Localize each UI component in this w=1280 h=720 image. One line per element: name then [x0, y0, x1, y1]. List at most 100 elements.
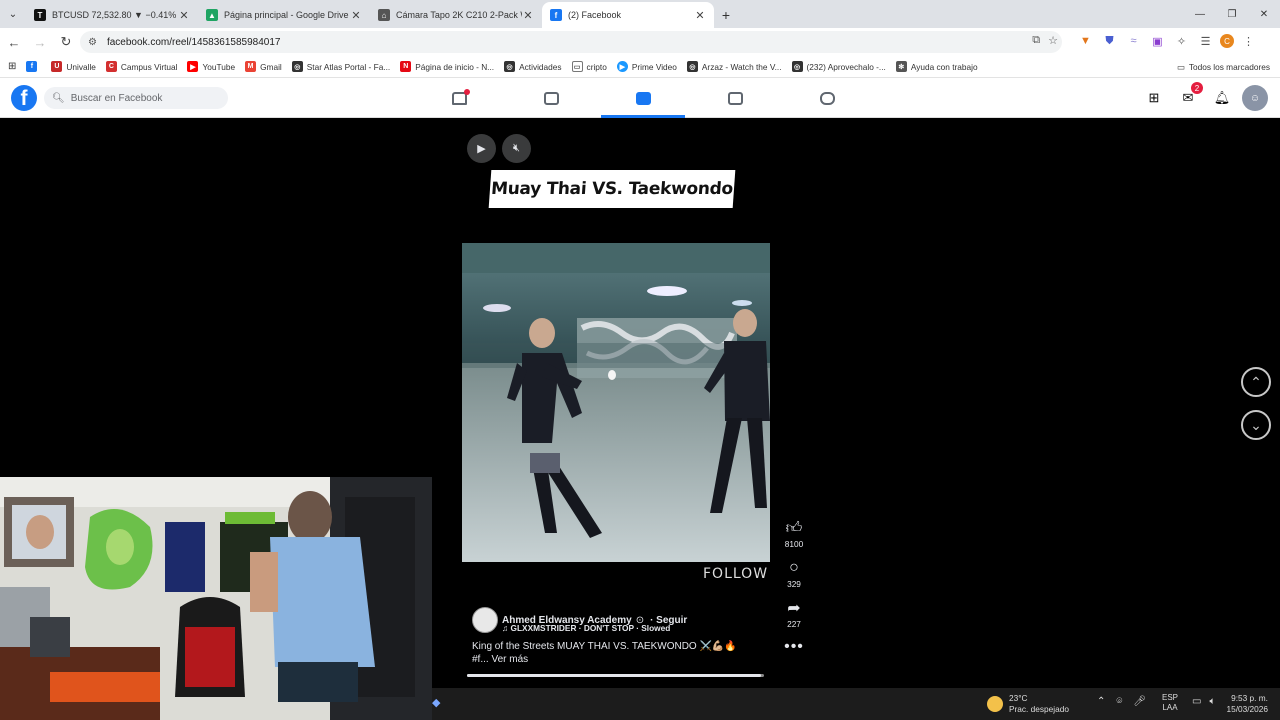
close-icon[interactable]: ✕ — [350, 9, 362, 22]
search-placeholder: Buscar en Facebook — [70, 92, 163, 104]
reload-icon[interactable]: ↻ — [54, 30, 78, 54]
more-options-icon[interactable]: ••• — [784, 638, 804, 656]
restore-icon[interactable]: ❐ — [1216, 0, 1248, 28]
bookmark-ayuda[interactable]: ✻ Ayuda con trabajo — [895, 61, 978, 72]
apps-grid-icon[interactable]: ⊞ — [8, 61, 16, 72]
cast-icon[interactable]: ⧉ — [1032, 34, 1040, 47]
globe-icon: ◎ — [504, 61, 516, 72]
caption-see-more[interactable]: #f... Ver más — [472, 653, 752, 666]
forward-icon[interactable]: → — [28, 30, 52, 54]
like-button[interactable]: 👍︎ 8100 — [785, 518, 803, 550]
lang-region: LAA — [1162, 703, 1178, 712]
bookmark-netflix[interactable]: N Página de inicio - N... — [400, 61, 494, 72]
bookmark-star-atlas[interactable]: ◎ Star Atlas Portal - Fa... — [291, 61, 391, 72]
nav-home[interactable] — [413, 78, 505, 118]
reel-progress-bar[interactable] — [467, 674, 764, 677]
profile-avatar[interactable]: ☺ — [1242, 85, 1268, 111]
bookmark-cripto[interactable]: ▭ cripto — [571, 61, 607, 72]
extensions-puzzle-icon[interactable]: ✧ — [1172, 30, 1191, 52]
all-bookmarks-folder[interactable]: ▭ Todos los marcadores — [1177, 56, 1270, 78]
bookmark-arzaz[interactable]: ◎ Arzaz - Watch the V... — [686, 61, 782, 72]
share-button[interactable]: ➦ 227 — [787, 598, 801, 629]
bookmark-gmail[interactable]: M Gmail — [245, 61, 282, 72]
follow-overlay-text: FOLLOW — [703, 566, 769, 582]
bookmark-label: (232) Aprovechalo -... — [806, 61, 886, 72]
youtube-icon: ▶ — [187, 61, 199, 72]
menu-dots-icon[interactable]: ⋮ — [1239, 30, 1258, 52]
extension-wave-icon[interactable]: ≈ — [1124, 30, 1143, 52]
tab-search-icon[interactable]: ⌄ — [0, 0, 26, 28]
facebook-logo[interactable]: f — [11, 85, 37, 111]
extension-purple-icon[interactable]: ▣ — [1148, 30, 1167, 52]
bookmark-label: cripto — [586, 61, 607, 72]
nav-gaming[interactable] — [781, 78, 873, 118]
bookmark-label: Gmail — [260, 61, 282, 72]
reels-icon — [635, 91, 651, 105]
site-info-icon[interactable]: ⚙ — [88, 37, 97, 48]
bookmark-label: Actividades — [519, 61, 562, 72]
facebook-search[interactable]: 🔍︎ Buscar en Facebook — [44, 87, 228, 109]
reel-music[interactable]: ♫ GLXXMSTRIDER · DON'T STOP · Slowed — [502, 623, 670, 633]
new-tab-button[interactable]: + — [714, 2, 738, 28]
metamask-icon[interactable]: ▼ — [1076, 30, 1095, 52]
bookmark-univalle[interactable]: U Univalle — [51, 61, 96, 72]
system-tray-status: ▭ 🔈︎ — [1192, 696, 1215, 707]
bookmark-youtube[interactable]: ▶ YouTube — [187, 61, 235, 72]
app-icon[interactable]: ◆ — [432, 696, 446, 710]
back-icon[interactable]: ← — [2, 30, 26, 54]
nav-marketplace[interactable] — [689, 78, 781, 118]
moon-weather-icon — [987, 696, 1003, 712]
microphone-icon[interactable]: 🎤︎ — [1133, 696, 1146, 707]
messenger-icon[interactable]: ✉ 2 — [1174, 82, 1203, 112]
tray-chevron-icon[interactable]: ⌃ — [1097, 696, 1105, 707]
bookmark-prime-video[interactable]: ▶ Prime Video — [616, 61, 677, 72]
tray-app-icon[interactable]: ⌾ — [1116, 696, 1122, 707]
google-drive-icon: ▲ — [206, 9, 218, 21]
minimize-icon[interactable]: — — [1184, 0, 1216, 28]
tab-facebook[interactable]: f (2) Facebook ✕ — [542, 2, 714, 28]
home-icon — [451, 88, 470, 105]
next-reel-button[interactable]: ⌄ — [1241, 410, 1271, 440]
mute-icon[interactable]: 🔇︎ — [502, 134, 531, 163]
language-indicator[interactable]: ESP LAA — [1162, 693, 1178, 713]
bookmark-campus-virtual[interactable]: C Campus Virtual — [105, 61, 177, 72]
comment-button[interactable]: ○ 329 — [787, 558, 801, 589]
reel-caption: King of the Streets MUAY THAI VS. TAEKWO… — [472, 640, 752, 666]
search-icon: 🔍︎ — [52, 92, 65, 104]
tab-google-drive[interactable]: ▲ Página principal - Google Drive ✕ — [198, 2, 370, 28]
extension-shield-icon[interactable]: ⛊ — [1100, 30, 1119, 52]
bookmark-label: Univalle — [66, 61, 96, 72]
tab-tapo-camera[interactable]: ⌂ Cámara Tapo 2K C210 2-Pack W ✕ — [370, 2, 542, 28]
bookmark-aprovechalo[interactable]: ◎ (232) Aprovechalo -... — [791, 61, 886, 72]
tab-btcusd[interactable]: T BTCUSD 72,532.80 ▼ −0.41% S ✕ — [26, 2, 198, 28]
volume-icon[interactable]: 🔈︎ — [1209, 696, 1215, 707]
bookmark-actividades[interactable]: ◎ Actividades — [504, 61, 562, 72]
network-icon[interactable]: ▭ — [1192, 696, 1201, 707]
menu-grid-icon[interactable]: ⊞ — [1140, 84, 1168, 112]
system-clock[interactable]: 9:53 p. m. 15/03/2026 — [1226, 693, 1268, 715]
reading-list-icon[interactable]: ☰ — [1196, 30, 1215, 52]
address-bar[interactable]: ⚙ facebook.com/reel/1458361585984017 ⧉ ☆ — [80, 31, 1062, 53]
weather-widget[interactable]: 23°C Prac. despejado — [987, 693, 1069, 715]
close-icon[interactable]: ✕ — [522, 9, 534, 22]
windows-taskbar: ◆ 23°C Prac. despejado ⌃ ⌾ 🎤︎ ESP LAA ▭ … — [432, 688, 1280, 720]
bookmark-star-icon[interactable]: ☆ — [1048, 34, 1058, 47]
notifications-bell-icon[interactable]: 🔔︎ — [1208, 84, 1236, 112]
nav-reels[interactable] — [597, 78, 689, 118]
play-icon[interactable]: ▶ — [467, 134, 496, 163]
caption-line: King of the Streets MUAY THAI VS. TAEKWO… — [472, 641, 737, 652]
browser-toolbar: ← → ↻ ⚙ facebook.com/reel/14583615859840… — [0, 28, 1280, 56]
video-frame — [462, 243, 770, 562]
tradingview-icon: T — [34, 9, 46, 21]
reel-video[interactable] — [462, 243, 770, 562]
bookmark-label: YouTube — [202, 61, 236, 72]
close-icon[interactable]: ✕ — [694, 9, 706, 22]
previous-reel-button[interactable]: ⌃ — [1241, 367, 1271, 397]
bookmark-facebook[interactable]: f — [26, 61, 41, 72]
nav-video[interactable] — [505, 78, 597, 118]
profile-avatar[interactable]: C — [1220, 34, 1234, 48]
bookmark-label: Star Atlas Portal - Fa... — [306, 61, 391, 72]
author-avatar[interactable] — [472, 607, 498, 633]
close-icon[interactable]: ✕ — [178, 9, 190, 22]
close-window-icon[interactable]: ✕ — [1248, 0, 1280, 28]
